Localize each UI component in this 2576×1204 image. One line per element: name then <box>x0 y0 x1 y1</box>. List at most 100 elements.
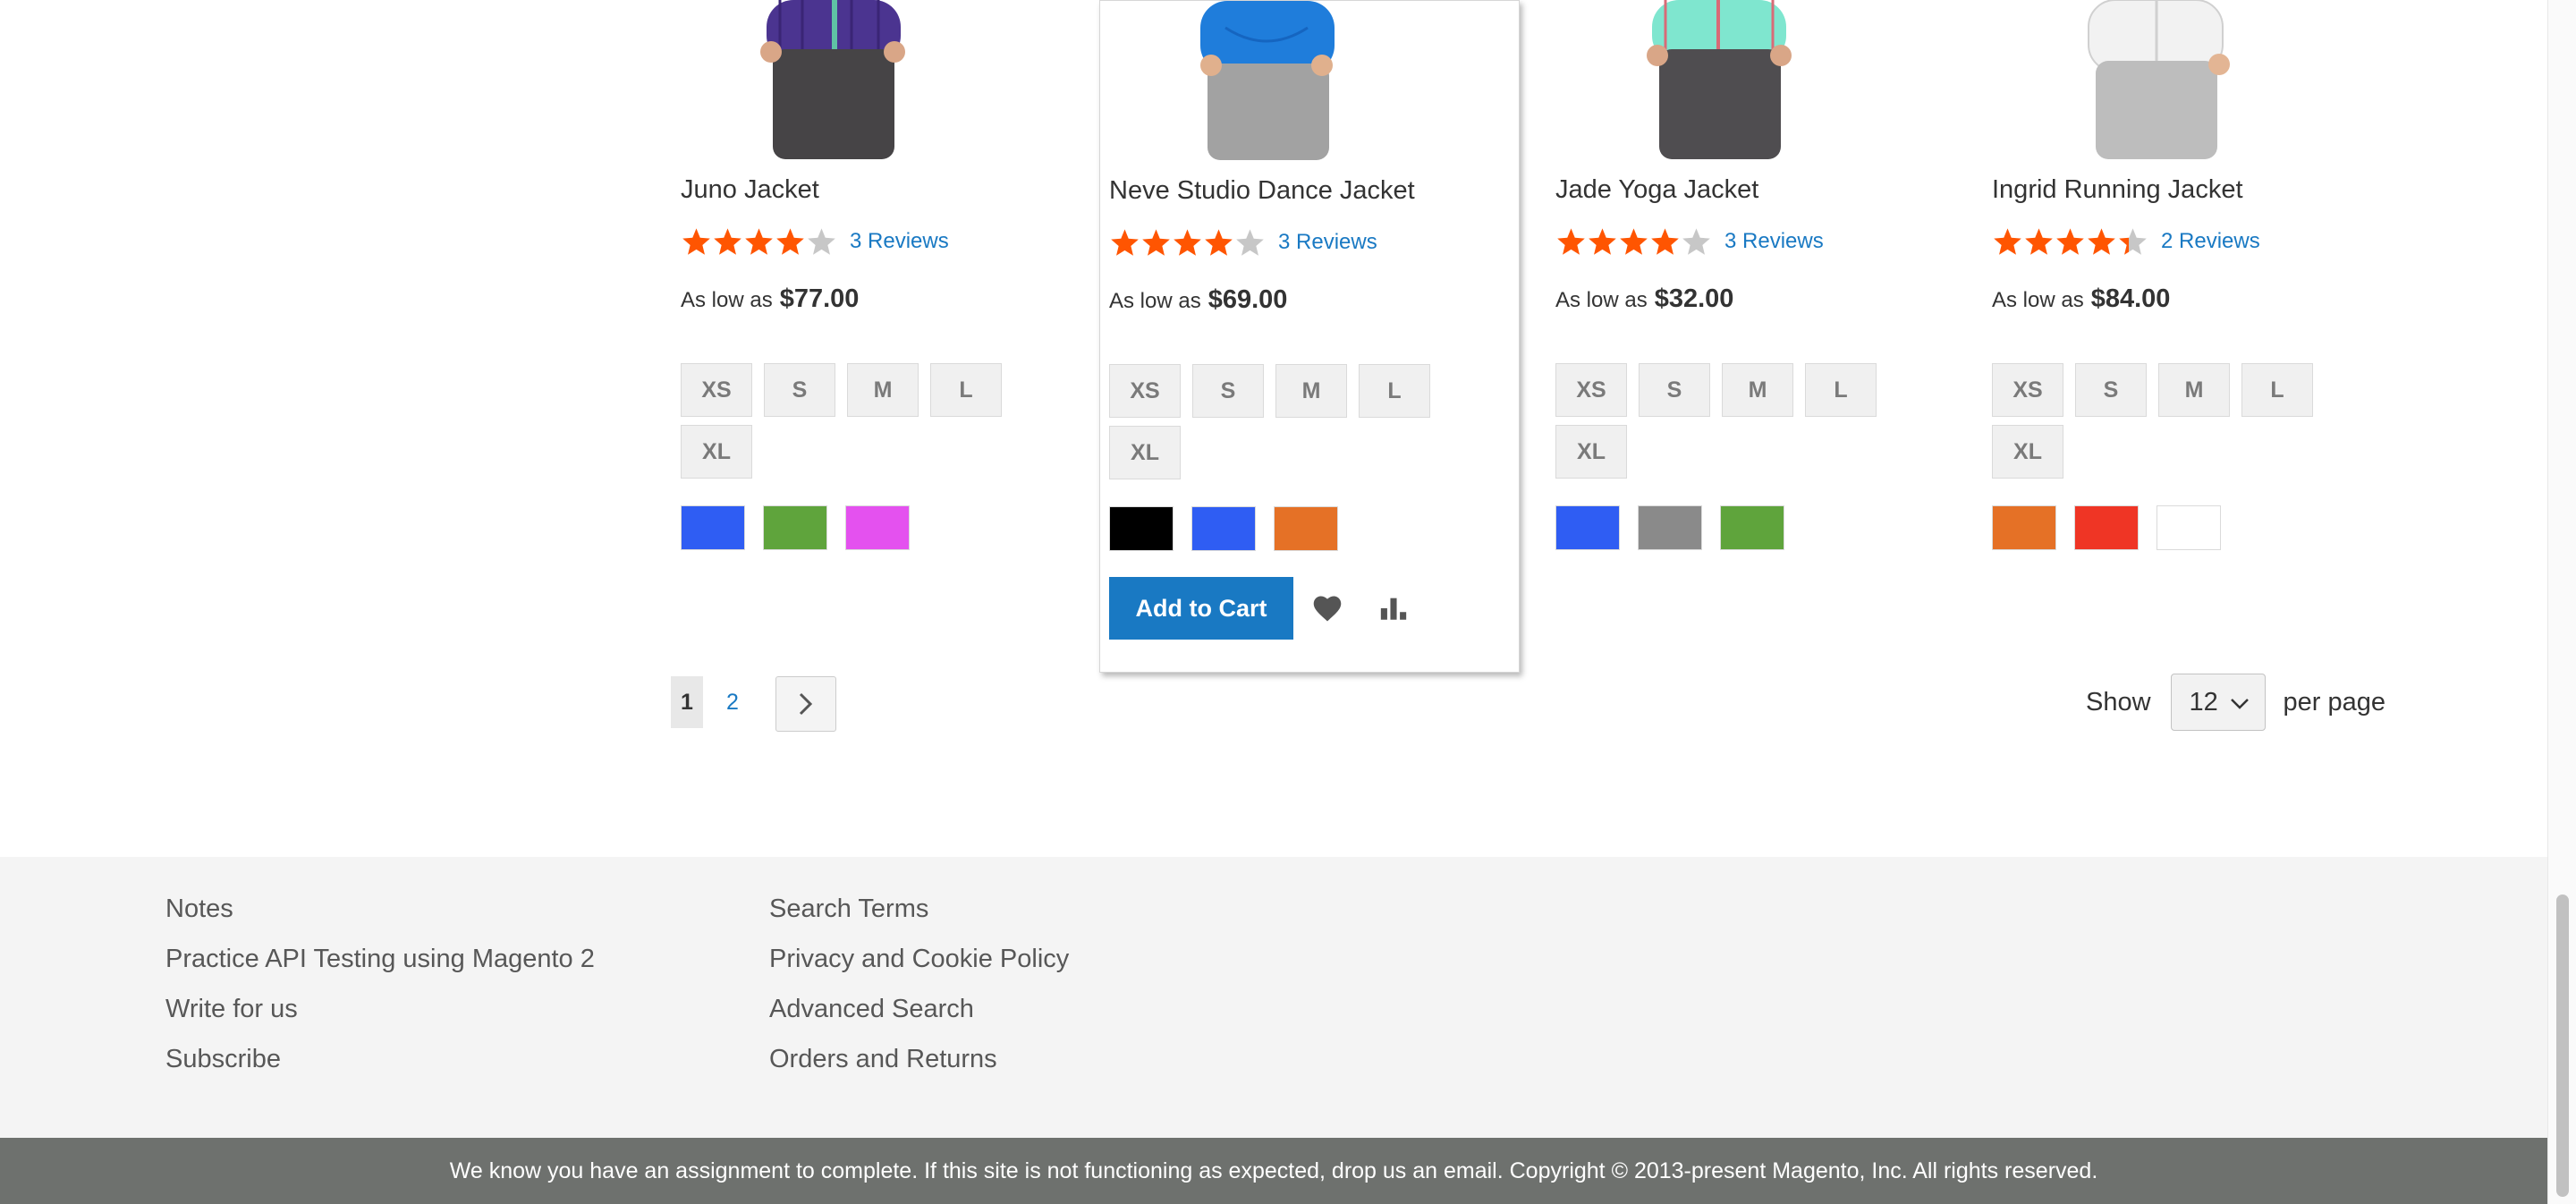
per-page-value: 12 <box>2189 687 2218 716</box>
limiter-show-label: Show <box>2086 687 2151 716</box>
color-swatch[interactable] <box>1555 505 1620 550</box>
color-swatch[interactable] <box>681 505 745 550</box>
product-name[interactable]: Jade Yoga Jacket <box>1555 175 1758 205</box>
size-swatch-l[interactable]: L <box>2241 363 2313 417</box>
price-label: As low as <box>1992 288 2084 312</box>
size-swatch-m[interactable]: M <box>1275 364 1347 418</box>
price-label: As low as <box>1109 289 1201 313</box>
footer-link-privacy[interactable]: Privacy and Cookie Policy <box>769 934 1069 984</box>
footer-links-col-1: Notes Practice API Testing using Magento… <box>165 884 595 1084</box>
size-swatch-m[interactable]: M <box>1722 363 1793 417</box>
price-label: As low as <box>1555 288 1648 312</box>
product-item-neve-studio-dance-jacket[interactable]: Neve Studio Dance Jacket 3 Reviews As lo… <box>1099 0 1520 673</box>
rating-stars <box>1109 227 1266 258</box>
heart-icon[interactable] <box>1311 594 1343 623</box>
color-swatch[interactable] <box>2074 505 2139 550</box>
size-swatch-s[interactable]: S <box>1192 364 1264 418</box>
product-photo <box>2088 0 2230 159</box>
footer-link-practice-api[interactable]: Practice API Testing using Magento 2 <box>165 934 595 984</box>
product-name[interactable]: Neve Studio Dance Jacket <box>1109 176 1415 206</box>
color-swatch[interactable] <box>1638 505 1702 550</box>
product-item-ingrid-running-jacket[interactable]: Ingrid Running Jacket 2 Reviews As low a… <box>1990 0 2411 673</box>
color-swatch[interactable] <box>845 505 910 550</box>
product-name[interactable]: Juno Jacket <box>681 175 819 205</box>
chevron-right-icon <box>799 692 813 716</box>
size-swatch-xs[interactable]: XS <box>681 363 752 417</box>
product-image[interactable] <box>1554 0 1974 159</box>
footer-link-subscribe[interactable]: Subscribe <box>165 1034 595 1084</box>
page-main: Juno Jacket 3 Reviews As low as $77.00 X… <box>0 0 2547 857</box>
footer-link-search-terms[interactable]: Search Terms <box>769 884 1069 934</box>
footer-link-write-for-us[interactable]: Write for us <box>165 984 595 1034</box>
star-icon <box>1682 228 1710 255</box>
star-icon <box>808 228 835 255</box>
size-swatch-xl[interactable]: XL <box>1555 425 1627 479</box>
vertical-scrollbar[interactable] <box>2547 0 2576 1204</box>
star-icon <box>682 228 710 255</box>
size-swatch-xl[interactable]: XL <box>1992 425 2063 479</box>
footer-link-orders-returns[interactable]: Orders and Returns <box>769 1034 1069 1084</box>
product-image[interactable] <box>1990 0 2411 159</box>
product-image[interactable] <box>673 0 1093 159</box>
color-swatch[interactable] <box>1191 506 1256 551</box>
star-icon <box>745 228 773 255</box>
size-swatch-xs[interactable]: XS <box>1555 363 1627 417</box>
price-label: As low as <box>681 288 773 312</box>
limiter-per-page-label: per page <box>2283 687 2386 716</box>
next-page-button[interactable] <box>775 676 836 732</box>
product-name[interactable]: Ingrid Running Jacket <box>1992 175 2243 205</box>
color-swatch[interactable] <box>1274 506 1338 551</box>
size-swatch-s[interactable]: S <box>1639 363 1710 417</box>
star-icon <box>714 228 741 255</box>
footer-link-notes[interactable]: Notes <box>165 884 595 934</box>
limiter: Show 12 per page <box>2086 673 2385 732</box>
add-to-cart-button[interactable]: Add to Cart <box>1109 577 1293 640</box>
star-icon <box>1142 229 1170 256</box>
size-swatch-l[interactable]: L <box>1805 363 1877 417</box>
reviews-link[interactable]: 3 Reviews <box>850 229 949 254</box>
size-swatch-xs[interactable]: XS <box>1992 363 2063 417</box>
price: $32.00 <box>1654 284 1734 313</box>
price: $77.00 <box>779 284 860 313</box>
footer-links-col-2: Search Terms Privacy and Cookie Policy A… <box>769 884 1069 1084</box>
reviews-link[interactable]: 3 Reviews <box>1724 229 1824 254</box>
footer-link-advanced-search[interactable]: Advanced Search <box>769 984 1069 1034</box>
bar-chart-icon[interactable] <box>1378 594 1409 623</box>
size-swatch-xl[interactable]: XL <box>1109 426 1181 479</box>
reviews-link[interactable]: 2 Reviews <box>2161 229 2260 254</box>
product-item-juno-jacket[interactable]: Juno Jacket 3 Reviews As low as $77.00 X… <box>673 0 1093 673</box>
size-swatch-l[interactable]: L <box>930 363 1002 417</box>
size-swatch-xs[interactable]: XS <box>1109 364 1181 418</box>
star-icon <box>1994 228 2021 255</box>
star-icon <box>2025 228 2053 255</box>
product-rating: 3 Reviews <box>1555 225 1824 258</box>
size-swatch-m[interactable]: M <box>2158 363 2230 417</box>
size-swatch-l[interactable]: L <box>1359 364 1430 418</box>
size-swatch-s[interactable]: S <box>2075 363 2147 417</box>
per-page-select[interactable]: 12 <box>2170 674 2266 731</box>
product-rating: 3 Reviews <box>681 225 949 258</box>
star-icon <box>1174 229 1201 256</box>
star-icon <box>1620 228 1648 255</box>
page-link-2[interactable]: 2 <box>719 676 746 728</box>
star-icon <box>2119 228 2147 255</box>
color-swatch[interactable] <box>1109 506 1174 551</box>
size-swatch-xl[interactable]: XL <box>681 425 752 479</box>
chevron-down-icon <box>2230 699 2249 709</box>
price-box: As low as $69.00 <box>1109 285 1287 315</box>
reviews-link[interactable]: 3 Reviews <box>1278 230 1377 255</box>
star-icon <box>2088 228 2115 255</box>
color-swatch[interactable] <box>1720 505 1784 550</box>
star-icon <box>1651 228 1679 255</box>
star-icon <box>2056 228 2084 255</box>
copyright: We know you have an assignment to comple… <box>0 1138 2547 1204</box>
size-swatch-m[interactable]: M <box>847 363 919 417</box>
product-item-jade-yoga-jacket[interactable]: Jade Yoga Jacket 3 Reviews As low as $32… <box>1554 0 1974 673</box>
size-swatch-s[interactable]: S <box>764 363 835 417</box>
color-swatch[interactable] <box>1992 505 2056 550</box>
scrollbar-thumb[interactable] <box>2556 895 2569 1197</box>
product-image[interactable] <box>1100 1 1521 160</box>
color-swatch[interactable] <box>2157 505 2221 550</box>
product-photo <box>1200 1 1335 160</box>
color-swatch[interactable] <box>763 505 827 550</box>
